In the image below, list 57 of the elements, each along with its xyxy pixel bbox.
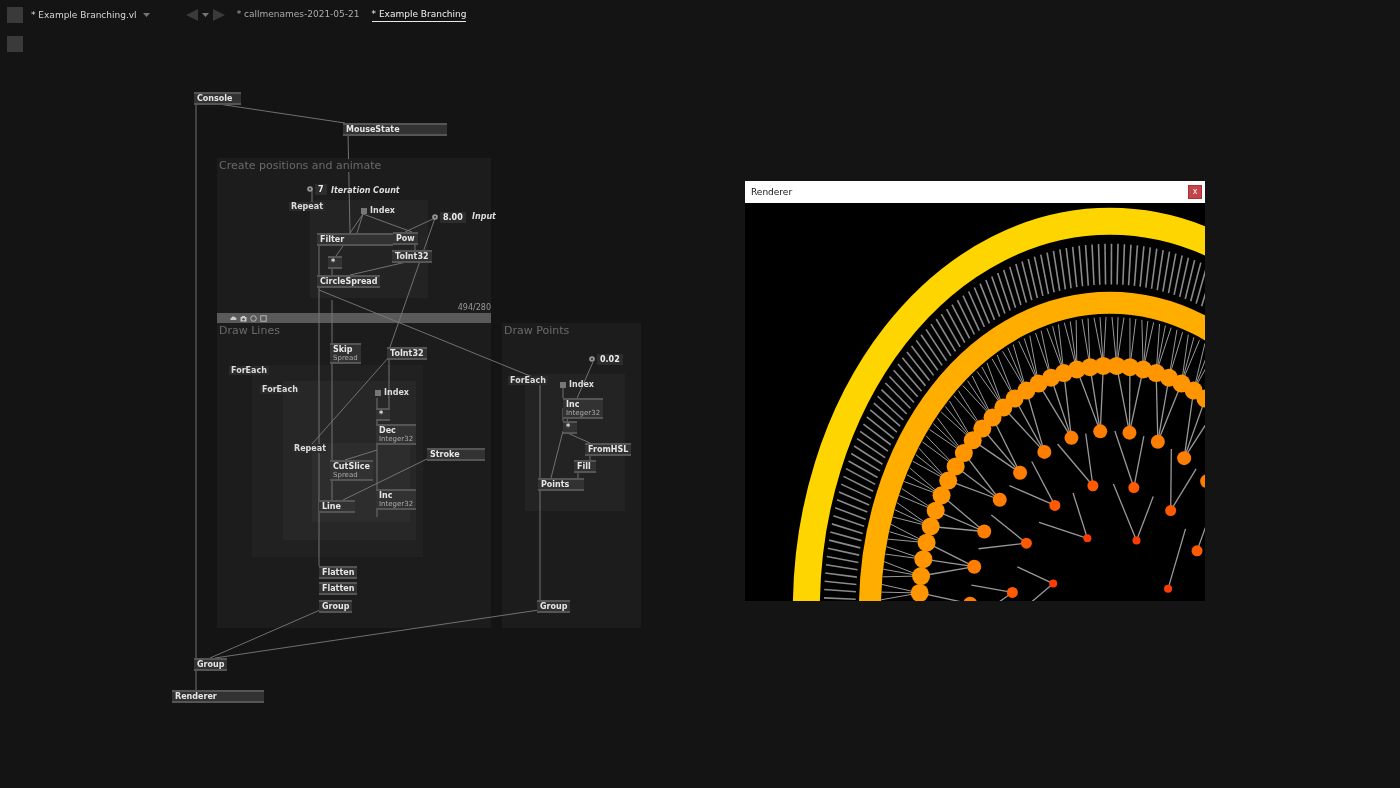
patch-node[interactable]: Group <box>537 600 571 613</box>
patch-node[interactable]: Pow <box>393 232 418 245</box>
pin-icon[interactable] <box>432 214 438 220</box>
document-tab[interactable]: * Example Branching.vl <box>31 10 137 20</box>
patch-node[interactable]: Console <box>194 92 241 105</box>
patch-node[interactable]: Filter <box>317 233 393 246</box>
window-title: Renderer <box>751 187 793 197</box>
region-label: ForEach <box>260 385 300 394</box>
patch-node[interactable]: MouseState <box>343 123 447 136</box>
patch-node[interactable]: * <box>328 256 342 269</box>
patch-node[interactable]: ToInt32 <box>392 250 432 263</box>
pin-icon[interactable] <box>589 356 595 362</box>
camera-icon[interactable] <box>240 314 247 322</box>
index-label: Index <box>384 388 409 397</box>
cloud-icon[interactable] <box>230 314 237 322</box>
region-label: ForEach <box>508 376 548 385</box>
properties-toggle[interactable] <box>7 36 23 52</box>
breadcrumb-tab[interactable]: * callmenames-2021-05-21 <box>236 8 360 22</box>
patch-node[interactable]: Stroke <box>427 448 485 461</box>
caret-icon[interactable] <box>142 12 150 18</box>
region-title: Draw Points <box>502 324 572 337</box>
wire <box>311 189 313 203</box>
patch-node[interactable]: * <box>563 421 577 434</box>
patch-node[interactable]: Flatten <box>319 566 358 579</box>
patch-node[interactable]: FromHSL <box>585 443 632 456</box>
square-icon[interactable] <box>260 314 267 322</box>
region-title: Create positions and animate <box>217 159 384 172</box>
region-label: Repeat <box>289 202 325 211</box>
caret-icon[interactable] <box>201 12 209 18</box>
wire <box>562 407 564 422</box>
patch-node[interactable]: ToInt32 <box>387 347 427 360</box>
region-label: ForEach <box>229 366 269 375</box>
region-size-text: 494/280 <box>456 303 491 312</box>
patch-node[interactable]: Renderer <box>172 690 264 703</box>
patch-node[interactable]: Fill <box>574 460 596 473</box>
wire <box>562 387 564 399</box>
patch-node[interactable]: Flatten <box>319 582 358 595</box>
region-title: Draw Lines <box>217 324 282 337</box>
region-label: Repeat <box>292 444 328 453</box>
value-box[interactable]: 8.00 <box>440 212 466 223</box>
circle-icon[interactable] <box>250 314 257 322</box>
patch-node[interactable]: Group <box>319 600 353 613</box>
pin-icon[interactable] <box>307 186 313 192</box>
breadcrumb-tab[interactable]: * Example Branching <box>371 8 467 22</box>
comment-text: Input <box>472 212 496 221</box>
patch-node[interactable]: Line <box>319 500 355 513</box>
patch-node[interactable]: Points <box>538 478 584 491</box>
close-button[interactable]: x <box>1188 185 1202 199</box>
comment-text: Iteration Count <box>331 186 400 195</box>
patch-node[interactable]: * <box>376 408 390 421</box>
patch-explorer-toggle[interactable] <box>7 7 23 23</box>
index-label: Index <box>370 206 395 215</box>
patch-node[interactable]: CircleSpread <box>317 275 381 288</box>
patch-node[interactable]: Group <box>194 658 228 671</box>
index-label: Index <box>569 380 594 389</box>
value-box[interactable]: 0.02 <box>597 354 623 365</box>
value-box[interactable]: 7 <box>315 184 327 195</box>
